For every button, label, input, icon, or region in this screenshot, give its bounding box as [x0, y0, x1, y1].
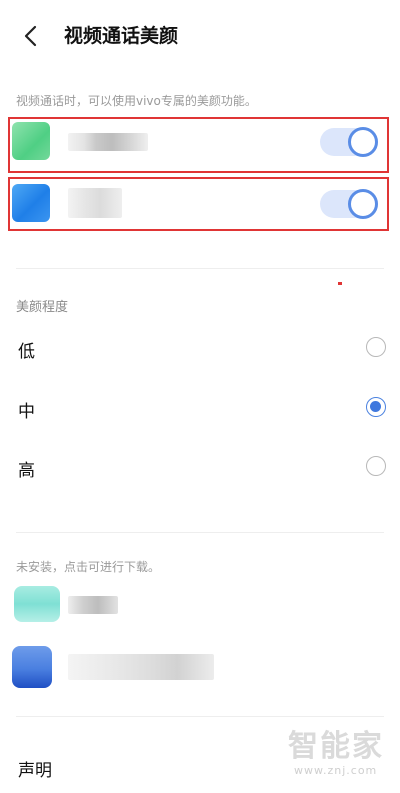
level-option-label: 高 — [18, 461, 35, 481]
site-watermark: 智能家 www.znj.com — [288, 730, 394, 790]
feature-hint: 视频通话时，可以使用vivo专属的美颜功能。 — [16, 94, 257, 108]
level-option-label: 中 — [18, 402, 35, 422]
divider — [16, 268, 384, 269]
page-title: 视频通话美颜 — [64, 25, 179, 47]
red-mark — [338, 282, 342, 285]
watermark-url: www.znj.com — [294, 764, 378, 777]
download-app-row-1[interactable] — [0, 580, 400, 630]
level-option-label: 低 — [18, 342, 35, 362]
radio-button-medium[interactable] — [366, 397, 386, 417]
chevron-left-icon[interactable] — [18, 22, 46, 50]
level-option-medium[interactable]: 中 — [0, 383, 400, 433]
divider — [16, 532, 384, 533]
highlight-box-1 — [8, 117, 389, 173]
download-app-name-1-blurred — [68, 596, 118, 614]
not-installed-hint: 未安装，点击可进行下载。 — [16, 560, 161, 574]
radio-button-low[interactable] — [366, 337, 386, 357]
highlight-box-2 — [8, 177, 389, 231]
divider — [16, 716, 384, 717]
header-bar: 视频通话美颜 — [0, 0, 400, 72]
statement-item[interactable]: 声明 — [18, 756, 52, 781]
watermark-text: 智能家 — [288, 729, 384, 764]
level-option-high[interactable]: 高 — [0, 442, 400, 492]
level-section-title: 美颜程度 — [16, 300, 69, 315]
download-app-row-2[interactable] — [0, 640, 400, 690]
radio-button-high[interactable] — [366, 456, 386, 476]
download-app-icon-1 — [14, 586, 60, 622]
level-option-low[interactable]: 低 — [0, 323, 400, 373]
download-app-name-2-blurred — [68, 654, 214, 680]
download-app-icon-2 — [12, 646, 52, 688]
